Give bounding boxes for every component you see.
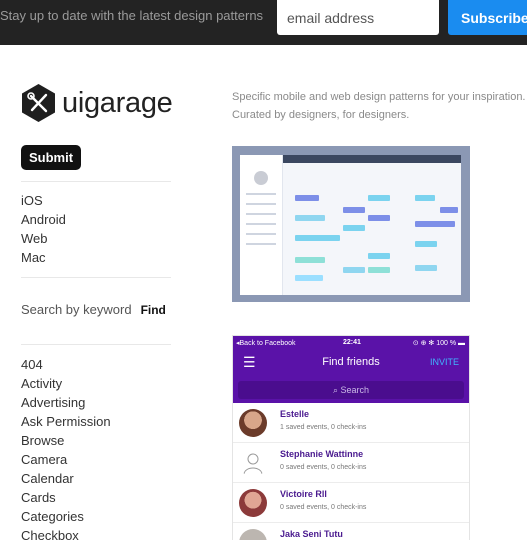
sidebar-divider	[21, 344, 171, 345]
friend-row: Jaka Seni Tutu	[233, 523, 469, 540]
invite-button: INVITE	[429, 357, 459, 367]
category-link[interactable]: Browse	[21, 431, 111, 450]
friend-search-bar: ⌕ Search	[233, 377, 469, 403]
preview-sidebar	[240, 155, 283, 295]
submit-button[interactable]: Submit	[21, 145, 82, 170]
preview-line	[246, 243, 276, 245]
back-to-facebook-link: ◂Back to Facebook	[236, 339, 296, 347]
sidebar-divider	[21, 181, 171, 182]
preview-event	[415, 195, 435, 201]
category-link[interactable]: 404	[21, 355, 111, 374]
friend-row: Estelle 1 saved events, 0 check-ins	[233, 403, 469, 443]
wrench-screwdriver-icon	[22, 84, 55, 122]
preview-event	[368, 253, 390, 259]
category-list: 404 Activity Advertising Ask Permission …	[21, 355, 111, 540]
preview-event	[343, 207, 365, 213]
site-logo[interactable]: uigarage	[21, 84, 173, 122]
platform-link-web[interactable]: Web	[21, 229, 66, 248]
preview-event	[295, 275, 323, 281]
intro-line: Curated by designers, for designers.	[232, 109, 410, 121]
intro-line: Specific mobile and web design patterns …	[232, 91, 526, 103]
preview-event	[368, 215, 390, 221]
category-link[interactable]: Ask Permission	[21, 412, 111, 431]
friend-search-input: ⌕ Search	[238, 381, 464, 399]
platform-link-android[interactable]: Android	[21, 210, 66, 229]
friend-stats: 1 saved events, 0 check-ins	[280, 424, 367, 431]
find-button[interactable]: Find	[141, 303, 166, 317]
preview-event	[343, 225, 365, 231]
preview-event	[415, 241, 437, 247]
pattern-thumbnail-calendar[interactable]	[232, 146, 470, 302]
preview-event	[440, 207, 458, 213]
preview-event	[343, 267, 365, 273]
preview-event	[368, 195, 390, 201]
pattern-thumbnail-find-friends[interactable]: ◂Back to Facebook 22:41 ⊙ ⊕ ✻ 100 % ▬ ☰ …	[232, 335, 470, 540]
platform-link-ios[interactable]: iOS	[21, 191, 66, 210]
search-input[interactable]: Search by keyword	[21, 302, 132, 317]
battery-icon: ⊙ ⊕ ✻ 100 % ▬	[412, 339, 465, 347]
category-link[interactable]: Categories	[21, 507, 111, 526]
friend-name: Victoire Rll	[280, 489, 327, 499]
preview-line	[246, 203, 276, 205]
preview-line	[246, 193, 276, 195]
calendar-app-preview	[240, 155, 461, 295]
preview-event	[295, 257, 325, 263]
avatar	[239, 489, 267, 517]
preview-event	[295, 235, 340, 241]
platform-link-mac[interactable]: Mac	[21, 248, 66, 267]
category-link[interactable]: Checkbox	[21, 526, 111, 540]
subscribe-button[interactable]: Subscribe	[448, 0, 527, 35]
preview-line	[246, 213, 276, 215]
keyword-search: Search by keyword Find	[21, 302, 166, 317]
preview-event	[295, 195, 319, 201]
friend-stats: 0 saved events, 0 check-ins	[280, 464, 367, 471]
preview-line	[246, 233, 276, 235]
status-time: 22:41	[343, 339, 361, 346]
category-link[interactable]: Calendar	[21, 469, 111, 488]
friend-name: Jaka Seni Tutu	[280, 529, 343, 539]
avatar	[239, 529, 267, 540]
avatar	[254, 171, 268, 185]
preview-event	[368, 267, 390, 273]
category-link[interactable]: Advertising	[21, 393, 111, 412]
category-link[interactable]: Activity	[21, 374, 111, 393]
friend-name: Stephanie Wattinne	[280, 449, 364, 459]
preview-event	[295, 215, 325, 221]
brand-name: uigarage	[62, 86, 173, 119]
phone-status-bar: ◂Back to Facebook 22:41 ⊙ ⊕ ✻ 100 % ▬	[233, 336, 469, 349]
newsletter-tagline: Stay up to date with the latest design p…	[0, 8, 264, 23]
preview-header	[283, 155, 461, 163]
friend-name: Estelle	[280, 409, 310, 419]
preview-event	[415, 221, 455, 227]
friend-row: Victoire Rll 0 saved events, 0 check-ins	[233, 483, 469, 523]
avatar	[239, 409, 267, 437]
search-icon: ⌕	[332, 385, 341, 395]
platform-list: iOS Android Web Mac	[21, 191, 66, 267]
newsletter-bar: Stay up to date with the latest design p…	[0, 0, 527, 45]
user-placeholder-icon	[243, 453, 263, 475]
category-link[interactable]: Camera	[21, 450, 111, 469]
search-placeholder: Search	[340, 385, 370, 395]
app-navbar: ☰ Find friends INVITE	[233, 349, 469, 377]
sidebar-divider	[21, 277, 171, 278]
site-intro: Specific mobile and web design patterns …	[232, 88, 526, 124]
preview-event	[415, 265, 437, 271]
preview-line	[246, 223, 276, 225]
friend-row: Stephanie Wattinne 0 saved events, 0 che…	[233, 443, 469, 483]
email-input[interactable]	[277, 0, 439, 35]
category-link[interactable]: Cards	[21, 488, 111, 507]
friend-stats: 0 saved events, 0 check-ins	[280, 504, 367, 511]
